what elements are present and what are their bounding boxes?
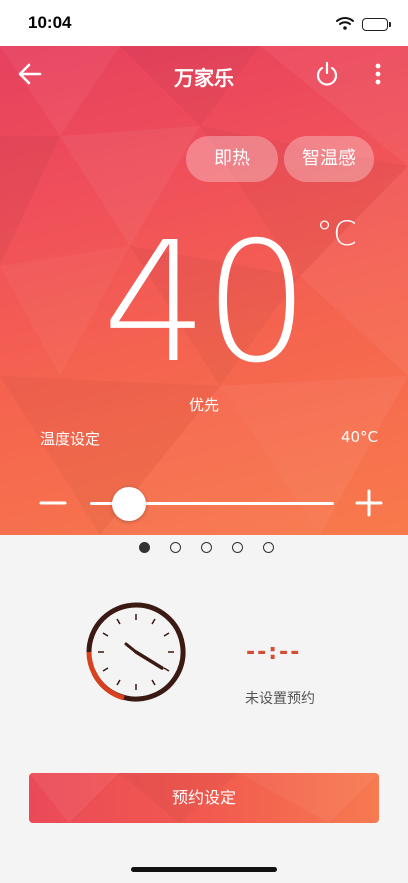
clock-icon — [84, 600, 188, 704]
battery-charging-icon — [362, 18, 391, 31]
page-dot-3[interactable] — [200, 542, 212, 553]
page-title: 万家乐 — [174, 66, 234, 90]
status-icons — [336, 15, 391, 34]
more-menu-button[interactable] — [366, 60, 390, 88]
minus-icon — [39, 501, 67, 505]
page-dot-4[interactable] — [231, 542, 243, 553]
more-vertical-icon — [375, 63, 381, 85]
plus-icon — [355, 489, 383, 517]
schedule-setting-button[interactable]: 预约设定 — [29, 773, 379, 823]
status-time: 10:04 — [28, 13, 72, 32]
status-bar: 10:04 — [0, 0, 408, 46]
page-indicator — [0, 542, 408, 553]
power-button[interactable] — [313, 60, 341, 88]
decrease-temperature-button[interactable] — [36, 486, 70, 520]
increase-temperature-button[interactable] — [352, 486, 386, 520]
page-dot-2[interactable] — [169, 542, 181, 553]
temperature-setting-label: 温度设定 — [40, 430, 101, 448]
schedule-setting-label: 预约设定 — [171, 788, 236, 807]
mode-text: 优先 — [188, 396, 219, 414]
home-indicator — [131, 867, 277, 872]
device-control-panel: 万家乐 即热 智温感 40 °C 优先 温度设定 40°C — [0, 46, 408, 535]
power-icon — [316, 61, 338, 86]
temperature-unit: °C — [316, 214, 357, 254]
page-dot-5[interactable] — [262, 542, 274, 553]
schedule-time: --:-- — [246, 640, 302, 665]
instant-heat-button[interactable]: 即热 — [186, 136, 278, 182]
temperature-setting-value: 40°C — [340, 428, 378, 446]
schedule-status: 未设置预约 — [245, 691, 315, 707]
wifi-icon — [336, 15, 354, 34]
page-dot-1[interactable] — [138, 542, 150, 553]
temperature-slider-thumb[interactable] — [112, 487, 146, 521]
smart-temp-button[interactable]: 智温感 — [284, 136, 374, 182]
